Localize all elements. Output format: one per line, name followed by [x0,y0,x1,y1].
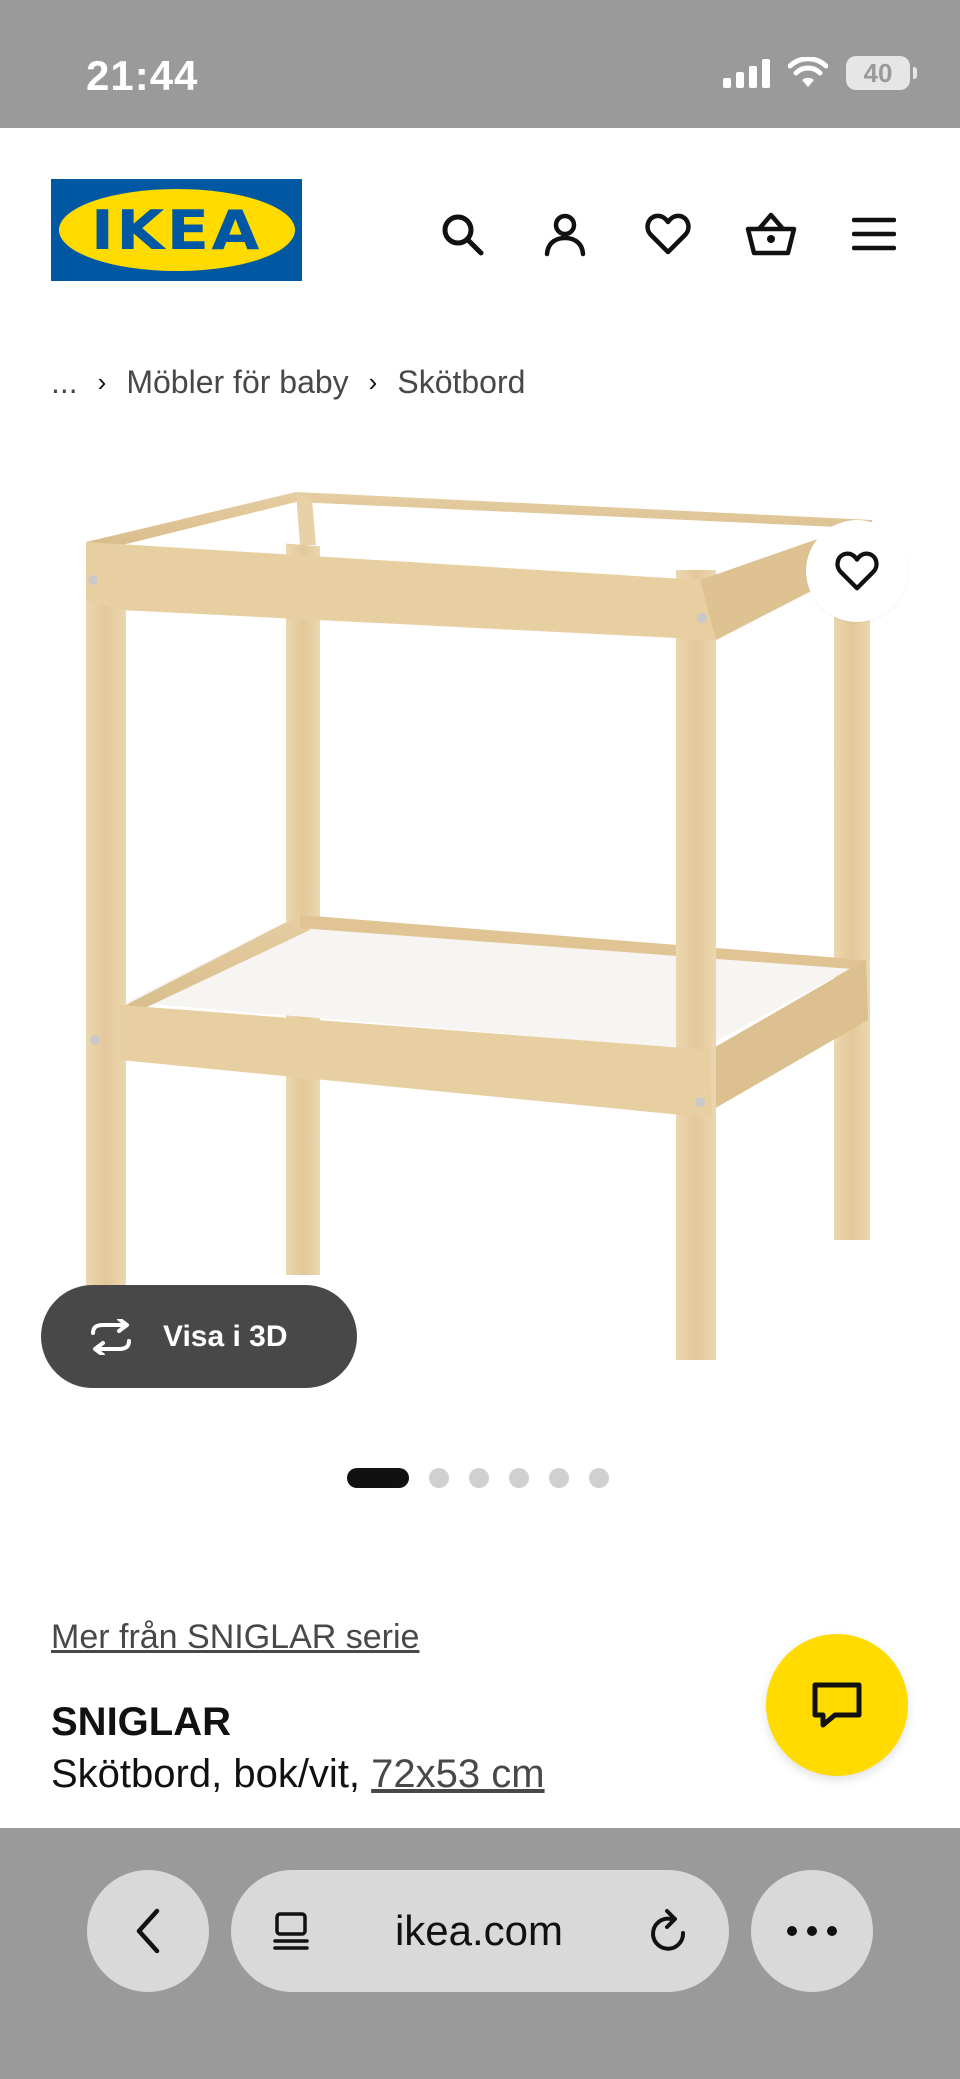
carousel-dot[interactable] [509,1468,529,1488]
address-bar[interactable]: ikea.com [231,1870,729,1992]
product-name: SNIGLAR [51,1700,231,1744]
carousel-dot[interactable] [549,1468,569,1488]
chat-button[interactable] [766,1634,908,1776]
view-in-3d-button[interactable]: Visa i 3D [41,1285,357,1388]
product-description-text: Skötbord, bok/vit, [51,1752,372,1796]
logo-ellipse: IKEA [58,189,295,271]
signal-icon [723,58,770,88]
basket-icon[interactable] [745,208,797,260]
ellipsis-icon [787,1926,837,1936]
carousel-dot[interactable] [589,1468,609,1488]
breadcrumb-ellipsis[interactable]: ... [51,364,78,401]
battery-icon: 40 [846,56,917,90]
logo-text: IKEA [91,198,262,262]
breadcrumb-item-baby-furniture[interactable]: Möbler för baby [126,364,348,401]
browser-toolbar: ikea.com [0,1828,960,2079]
carousel-indicator [347,1468,609,1488]
product-size-link[interactable]: 72x53 cm [371,1752,544,1796]
chat-icon [812,1682,862,1728]
breadcrumb: ... › Möbler för baby › Skötbord [51,364,525,401]
ikea-logo[interactable]: IKEA [51,179,302,281]
heart-icon[interactable] [642,208,694,260]
reload-icon[interactable] [647,1909,689,1953]
favorite-button[interactable] [806,520,908,622]
tabs-icon [273,1912,309,1950]
rotate-3d-icon [91,1318,131,1355]
view-in-3d-label: Visa i 3D [163,1319,288,1353]
wifi-icon [788,57,828,87]
status-icons: 40 [723,56,917,90]
chevron-right-icon: › [368,367,378,397]
search-icon[interactable] [436,208,488,260]
carousel-dot[interactable] [347,1468,409,1488]
url-text: ikea.com [394,1907,564,1954]
status-time: 21:44 [86,52,199,99]
breadcrumb-item-changing-table[interactable]: Skötbord [397,364,525,401]
chevron-right-icon: › [97,367,107,397]
carousel-dot[interactable] [429,1468,449,1488]
back-button[interactable] [87,1870,209,1992]
status-bar: 21:44 40 [0,0,960,128]
heart-icon [835,551,879,591]
product-description: Skötbord, bok/vit, 72x53 cm [51,1752,545,1797]
series-link[interactable]: Mer från SNIGLAR serie [51,1618,419,1657]
site-header: IKEA [0,128,960,328]
header-icons [436,208,900,260]
menu-icon[interactable] [848,208,900,260]
battery-level: 40 [863,57,893,88]
carousel-dot[interactable] [469,1468,489,1488]
more-options-button[interactable] [751,1870,873,1992]
chevron-left-icon [136,1908,160,1954]
account-icon[interactable] [539,208,591,260]
